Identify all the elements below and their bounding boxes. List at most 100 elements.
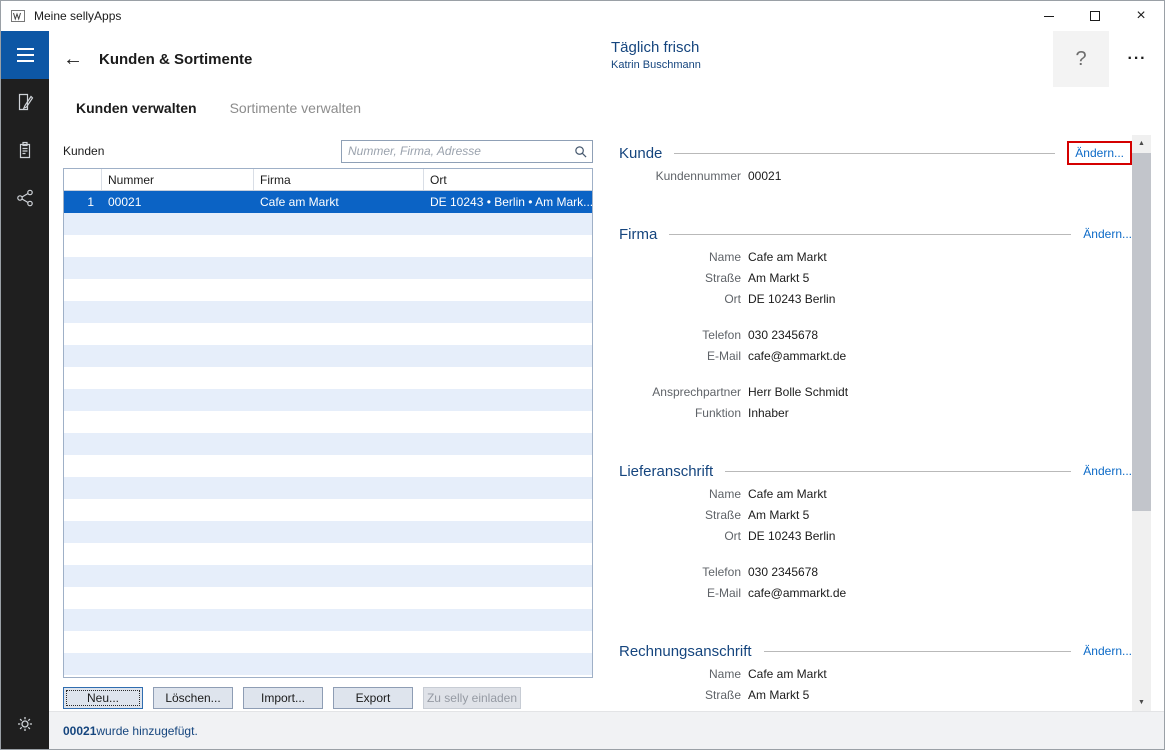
section-divider: [725, 471, 1071, 472]
field-value: cafe@ammarkt.de: [748, 349, 846, 363]
section-title-lieferanschrift: Lieferanschrift: [619, 463, 713, 480]
field-label: Telefon: [619, 565, 741, 579]
settings-button[interactable]: [1, 701, 49, 749]
edit-document-icon: [15, 92, 35, 115]
field-label: Ansprechpartner: [619, 385, 741, 399]
customer-searchbox: [341, 140, 593, 163]
firma-change-link[interactable]: Ändern...: [1083, 227, 1132, 241]
account-name: Täglich frisch: [611, 39, 701, 56]
account-info: Täglich frisch Katrin Buschmann: [611, 39, 701, 71]
field-value: Cafe am Markt: [748, 667, 827, 681]
field-label: E-Mail: [619, 586, 741, 600]
account-user: Katrin Buschmann: [611, 59, 701, 71]
section-kunde: Kunde Ändern... Kundennummer 00021: [619, 141, 1132, 186]
section-divider: [674, 153, 1055, 154]
scrollbar-thumb[interactable]: [1132, 153, 1151, 511]
export-button[interactable]: Export: [333, 687, 413, 709]
field-label: Kundennummer: [619, 169, 741, 183]
minimize-button[interactable]: [1026, 1, 1072, 31]
field-value: Am Markt 5: [748, 271, 809, 285]
minimize-icon: [1044, 16, 1054, 17]
share-network-icon: [15, 188, 35, 211]
titlebar[interactable]: Meine sellyApps ×: [1, 1, 1164, 31]
field-value: 030 2345678: [748, 565, 818, 579]
sidebar: [1, 31, 49, 749]
section-firma: Firma Ändern... NameCafe am Markt Straße…: [619, 222, 1132, 423]
cell-firma: Cafe am Markt: [254, 191, 424, 213]
delete-button[interactable]: Löschen...: [153, 687, 233, 709]
new-button[interactable]: Neu...: [63, 687, 143, 709]
tab-kunden-verwalten[interactable]: Kunden verwalten: [76, 100, 197, 116]
field-label: Name: [619, 487, 741, 501]
app-window: Meine sellyApps ×: [0, 0, 1165, 750]
field-value: DE 10243 Berlin: [748, 292, 835, 306]
import-button[interactable]: Import...: [243, 687, 323, 709]
field-label: Name: [619, 250, 741, 264]
help-button[interactable]: ?: [1053, 31, 1109, 87]
column-header-ort[interactable]: Ort: [424, 169, 592, 190]
cell-index: 1: [64, 191, 102, 213]
section-title-kunde: Kunde: [619, 145, 662, 162]
scroll-up-arrow[interactable]: ▲: [1132, 135, 1151, 152]
field-label: E-Mail: [619, 349, 741, 363]
search-icon: [574, 145, 587, 158]
customer-actions: Neu... Löschen... Import... Export Zu se…: [63, 687, 593, 709]
status-highlight: 00021: [63, 724, 96, 738]
section-rechnungsanschrift: Rechnungsanschrift Ändern... Name Cafe am…: [619, 639, 1132, 705]
customers-panel-title: Kunden: [63, 144, 104, 158]
annotation-highlight-box: Ändern...: [1067, 141, 1132, 165]
field-value: Cafe am Markt: [748, 250, 827, 264]
field-label: Straße: [619, 508, 741, 522]
customers-panel: Kunden Nummer Firma: [63, 129, 593, 711]
customer-search-input[interactable]: [342, 144, 574, 158]
field-value: Inhaber: [748, 406, 789, 420]
window-title: Meine sellyApps: [34, 9, 121, 23]
clipboard-icon: [15, 140, 35, 163]
sidebar-item-orders[interactable]: [1, 127, 49, 175]
status-message: wurde hinzugefügt.: [96, 724, 197, 738]
field-value: Cafe am Markt: [748, 487, 827, 501]
maximize-button[interactable]: [1072, 1, 1118, 31]
field-label: Straße: [619, 688, 741, 702]
customers-table: Nummer Firma Ort 1 00021 Cafe am Markt D…: [63, 168, 593, 678]
gear-icon: [15, 714, 35, 737]
table-row[interactable]: 1 00021 Cafe am Markt DE 10243 • Berlin …: [64, 191, 592, 213]
column-header-nummer[interactable]: Nummer: [102, 169, 254, 190]
page-header: ← Kunden & Sortimente Täglich frisch Kat…: [49, 31, 1164, 87]
more-button[interactable]: ···: [1118, 45, 1156, 73]
customers-table-empty-area: [64, 213, 592, 677]
maximize-icon: [1090, 11, 1100, 21]
hamburger-icon: [17, 48, 34, 62]
invite-button: Zu selly einladen: [423, 687, 521, 709]
sidebar-item-customers[interactable]: [1, 79, 49, 127]
cell-ort: DE 10243 • Berlin • Am Mark...: [424, 191, 592, 213]
lieferanschrift-change-link[interactable]: Ändern...: [1083, 464, 1132, 478]
field-value: Herr Bolle Schmidt: [748, 385, 848, 399]
column-header-index[interactable]: [64, 169, 102, 190]
sidebar-spacer: [1, 223, 49, 701]
scrollbar-track[interactable]: [1132, 152, 1151, 694]
scrollbar[interactable]: ▲ ▼: [1132, 135, 1151, 711]
section-divider: [764, 651, 1072, 652]
cell-nummer: 00021: [102, 191, 254, 213]
field-value: Am Markt 5: [748, 508, 809, 522]
field-value: 030 2345678: [748, 328, 818, 342]
field-label: Name: [619, 667, 741, 681]
field-value: DE 10243 Berlin: [748, 529, 835, 543]
field-label: Funktion: [619, 406, 741, 420]
tab-sortimente-verwalten[interactable]: Sortimente verwalten: [230, 100, 362, 116]
tab-bar: Kunden verwalten Sortimente verwalten: [49, 87, 1164, 129]
field-value: 00021: [748, 169, 781, 183]
kunde-change-link[interactable]: Ändern...: [1075, 146, 1124, 160]
sidebar-item-share[interactable]: [1, 175, 49, 223]
section-lieferanschrift: Lieferanschrift Ändern... Name Cafe am Ma…: [619, 459, 1132, 603]
column-header-firma[interactable]: Firma: [254, 169, 424, 190]
back-button[interactable]: ←: [57, 43, 89, 75]
rechnungsanschrift-change-link[interactable]: Ändern...: [1083, 644, 1132, 658]
field-value: Am Markt 5: [748, 688, 809, 702]
hamburger-menu-button[interactable]: [1, 31, 49, 79]
scroll-down-arrow[interactable]: ▼: [1132, 694, 1151, 711]
section-title-rechnungsanschrift: Rechnungsanschrift: [619, 643, 752, 660]
close-icon: ×: [1136, 8, 1145, 24]
close-button[interactable]: ×: [1118, 1, 1164, 31]
